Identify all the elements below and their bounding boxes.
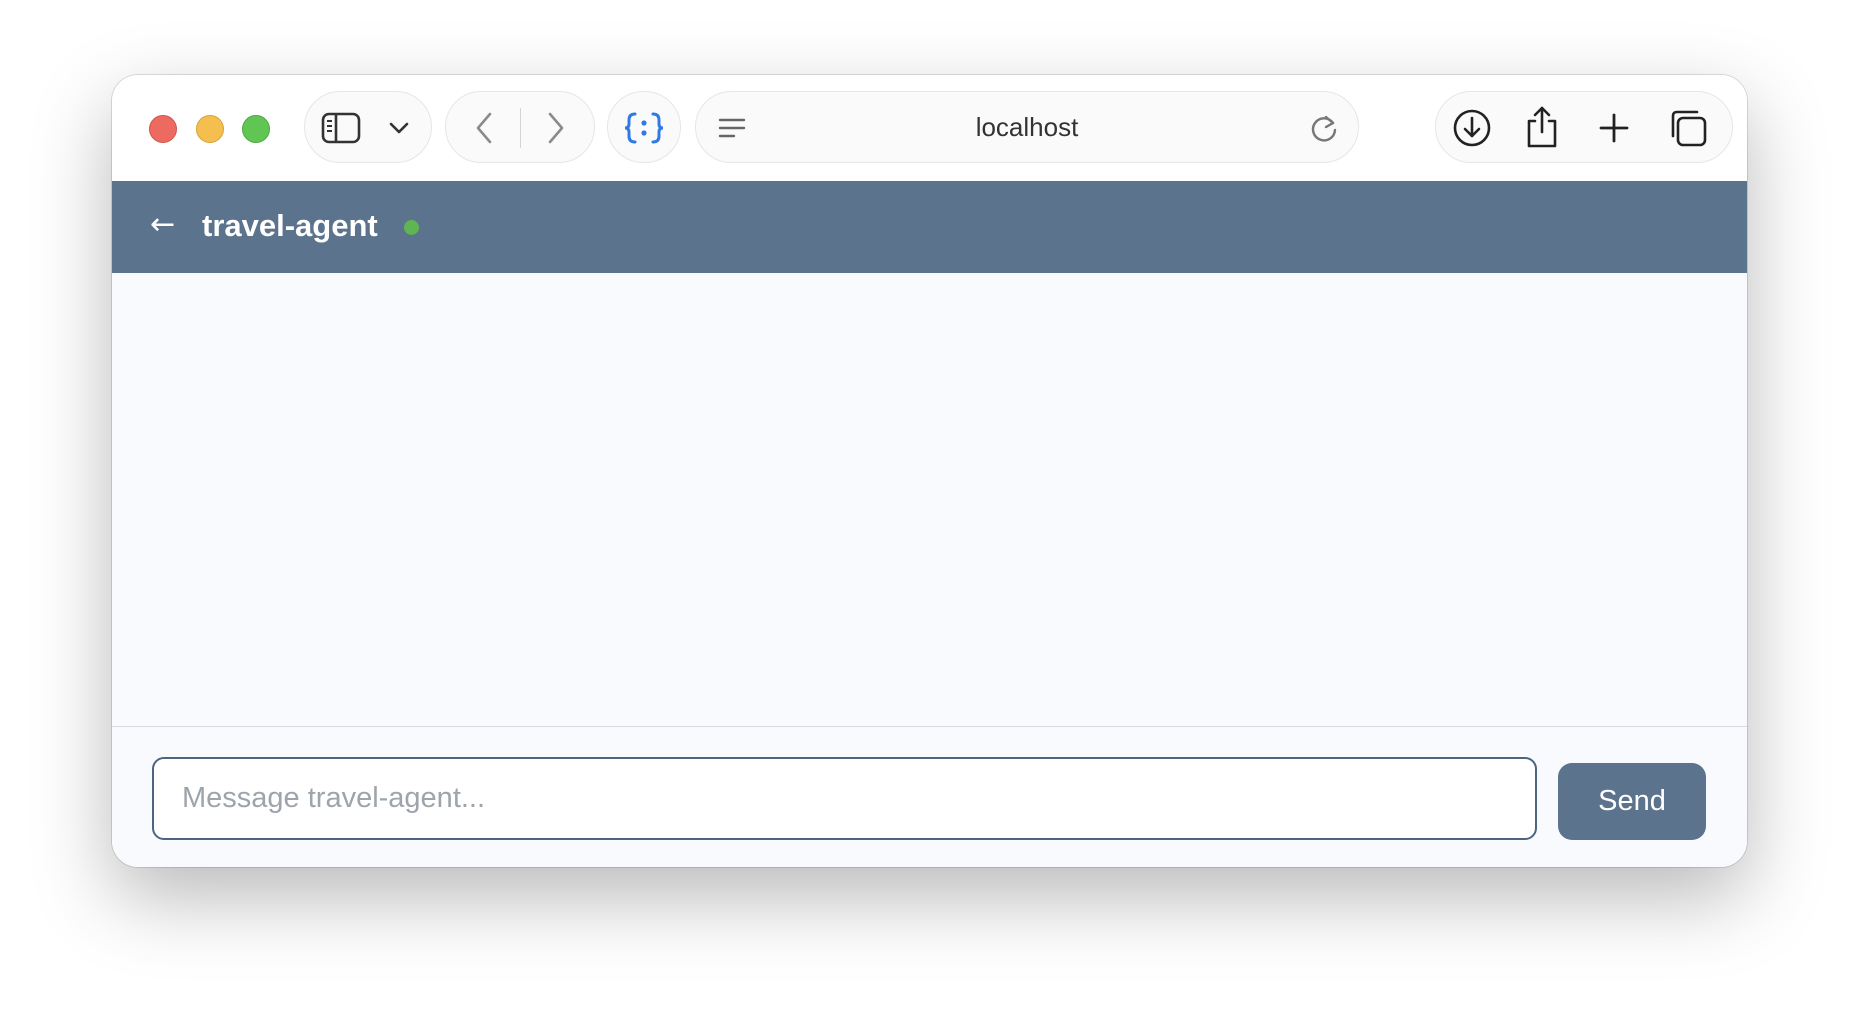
chat-header: ← travel-agent xyxy=(112,181,1747,273)
navigation-group xyxy=(445,91,595,163)
close-window-button[interactable] xyxy=(149,115,177,143)
url-text: localhost xyxy=(975,111,1079,142)
sidebar-icon[interactable] xyxy=(321,108,361,148)
reload-icon[interactable] xyxy=(1306,110,1342,146)
share-icon[interactable] xyxy=(1522,104,1562,150)
extension-group xyxy=(607,91,681,163)
nav-divider xyxy=(520,108,521,148)
braces-icon[interactable] xyxy=(622,106,666,150)
message-composer: Send xyxy=(112,726,1747,867)
message-input[interactable] xyxy=(152,757,1537,840)
browser-toolbar: localhost xyxy=(112,75,1747,181)
browser-window: localhost ← travel-agent Message travel-… xyxy=(112,75,1747,867)
download-icon[interactable] xyxy=(1450,106,1494,150)
chevron-left-icon[interactable] xyxy=(464,108,504,148)
online-status-dot xyxy=(404,220,419,235)
minimize-window-button[interactable] xyxy=(196,115,224,143)
back-arrow-icon[interactable]: ← xyxy=(150,205,180,245)
send-button[interactable]: Send xyxy=(1558,763,1706,840)
zoom-window-button[interactable] xyxy=(242,115,270,143)
tabs-overview-icon[interactable] xyxy=(1666,106,1710,150)
chevron-down-icon[interactable] xyxy=(381,110,417,146)
sidebar-control-group xyxy=(304,91,432,163)
message-list[interactable] xyxy=(112,273,1747,726)
agent-title: travel-agent xyxy=(202,208,378,243)
plus-icon[interactable] xyxy=(1594,108,1634,148)
address-bar[interactable]: localhost xyxy=(695,91,1359,163)
chevron-right-icon[interactable] xyxy=(536,108,576,148)
toolbar-actions-group xyxy=(1435,91,1733,163)
